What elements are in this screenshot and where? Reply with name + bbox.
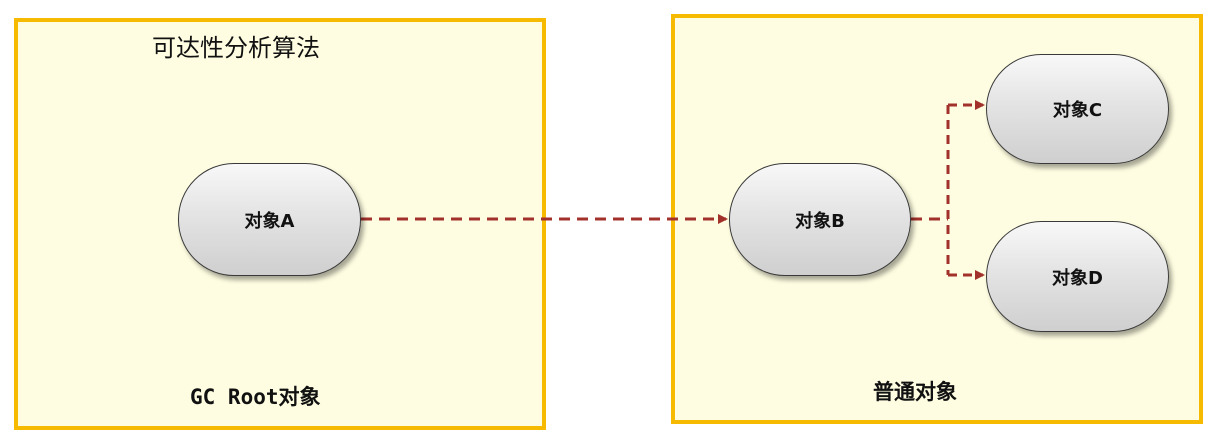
- diagram-title: 可达性分析算法: [152, 34, 320, 62]
- object-b-label: 对象B: [795, 210, 845, 232]
- object-d-node: 对象D: [986, 221, 1169, 332]
- object-c-node: 对象C: [986, 54, 1169, 164]
- normal-object-label: 普通对象: [873, 380, 957, 404]
- gc-root-label: GC Root对象: [190, 385, 321, 409]
- object-c-label: 对象C: [1052, 100, 1103, 121]
- object-b-node: 对象B: [729, 163, 911, 276]
- object-d-label: 对象D: [1052, 267, 1103, 289]
- object-a-node: 对象A: [178, 163, 361, 276]
- object-a-label: 对象A: [244, 210, 295, 232]
